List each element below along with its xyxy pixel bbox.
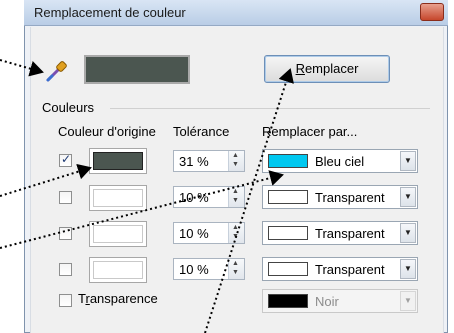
row-1-tolerance-spinner[interactable]: 31 % ▲ ▼ xyxy=(173,150,245,172)
transparency-checkbox[interactable] xyxy=(59,294,72,307)
transparency-label: Transparence xyxy=(78,291,158,306)
row-1-source-swatch[interactable] xyxy=(89,148,147,174)
replace-button[interactable]: Remplacer xyxy=(264,55,390,83)
chevron-down-icon[interactable]: ▼ xyxy=(400,259,416,279)
spin-up-icon[interactable]: ▲ xyxy=(232,152,239,159)
replace-button-mnemonic: R xyxy=(295,61,305,76)
transparency-swatch xyxy=(268,294,308,308)
row-2-checkbox[interactable] xyxy=(59,191,72,204)
chevron-down-icon[interactable]: ▼ xyxy=(400,223,416,243)
chevron-down-icon: ▼ xyxy=(400,291,416,311)
row-2-tolerance-spinner[interactable]: 10 % ▲ ▼ xyxy=(173,186,245,208)
chevron-down-icon[interactable]: ▼ xyxy=(400,151,416,171)
row-2-replace-dropdown[interactable]: Transparent ▼ xyxy=(262,185,418,209)
row-1-replace-dropdown[interactable]: Bleu ciel ▼ xyxy=(262,149,418,173)
row-3-source-swatch[interactable] xyxy=(89,221,147,247)
spin-up-icon[interactable]: ▲ xyxy=(232,224,239,231)
row-4-checkbox[interactable] xyxy=(59,263,72,276)
spin-down-icon[interactable]: ▼ xyxy=(232,269,239,276)
row-1-replace-label: Bleu ciel xyxy=(315,154,365,169)
row-1-checkbox[interactable] xyxy=(59,152,72,167)
row-2-source-swatch[interactable] xyxy=(89,185,147,211)
row-1-replace-swatch xyxy=(268,154,308,168)
replace-button-label: emplacer xyxy=(304,61,359,76)
row-3-checkbox[interactable] xyxy=(59,227,72,240)
close-button[interactable] xyxy=(420,3,444,21)
spin-up-icon[interactable]: ▲ xyxy=(232,260,239,267)
group-divider xyxy=(110,108,430,109)
source-color-header: Couleur d'origine xyxy=(58,124,156,139)
row-2-tolerance-value: 10 % xyxy=(179,190,209,205)
spin-down-icon[interactable]: ▼ xyxy=(232,161,239,168)
chevron-down-icon[interactable]: ▼ xyxy=(400,187,416,207)
spin-down-icon[interactable]: ▼ xyxy=(232,233,239,240)
row-3-tolerance-spinner[interactable]: 10 % ▲ ▼ xyxy=(173,222,245,244)
colors-group-label: Couleurs xyxy=(42,100,95,115)
dialog-title: Remplacement de couleur xyxy=(34,5,186,20)
color-preview xyxy=(84,55,190,84)
transparency-color-dropdown[interactable]: Noir ▼ xyxy=(262,289,418,313)
pipette-icon[interactable] xyxy=(44,58,70,84)
row-3-tolerance-value: 10 % xyxy=(179,226,209,241)
replace-with-header: Remplacer par... xyxy=(262,124,358,139)
transparency-color-label: Noir xyxy=(315,294,339,309)
tolerance-header: Tolérance xyxy=(173,124,230,139)
row-2-replace-swatch xyxy=(268,190,308,204)
row-4-tolerance-value: 10 % xyxy=(179,262,209,277)
row-4-replace-dropdown[interactable]: Transparent ▼ xyxy=(262,257,418,281)
row-3-replace-swatch xyxy=(268,226,308,240)
spin-down-icon[interactable]: ▼ xyxy=(232,197,239,204)
row-4-replace-swatch xyxy=(268,262,308,276)
row-1-tolerance-value: 31 % xyxy=(179,154,209,169)
row-3-replace-label: Transparent xyxy=(315,226,385,241)
spin-up-icon[interactable]: ▲ xyxy=(232,188,239,195)
row-4-source-swatch[interactable] xyxy=(89,257,147,283)
row-4-tolerance-spinner[interactable]: 10 % ▲ ▼ xyxy=(173,258,245,280)
row-4-replace-label: Transparent xyxy=(315,262,385,277)
row-2-replace-label: Transparent xyxy=(315,190,385,205)
row-3-replace-dropdown[interactable]: Transparent ▼ xyxy=(262,221,418,245)
